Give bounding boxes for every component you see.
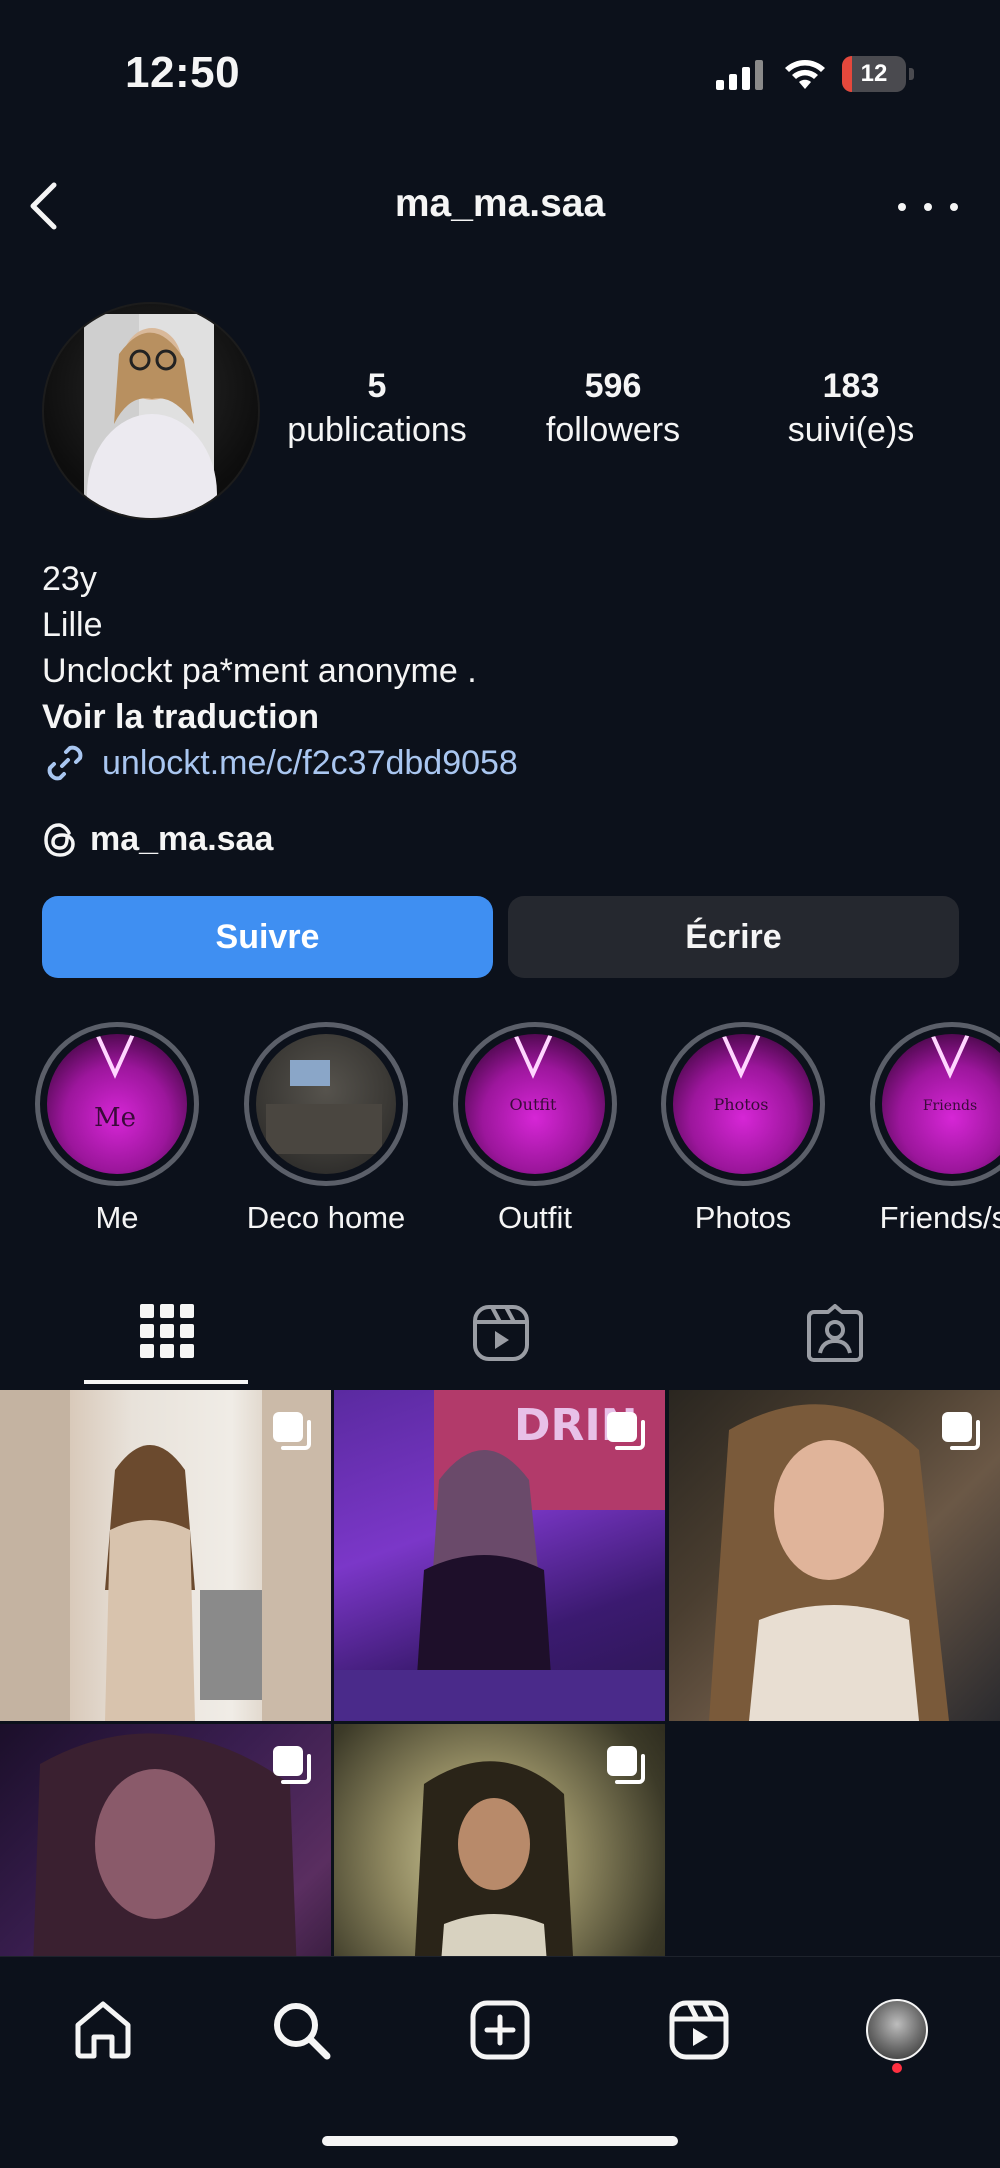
- bio-link[interactable]: unlockt.me/c/f2c37dbd9058: [42, 740, 518, 786]
- stat-followers[interactable]: 596 followers: [513, 364, 713, 452]
- highlight-item[interactable]: Photos Photos: [653, 1022, 833, 1236]
- search-icon: [274, 2003, 331, 2060]
- stat-label: publications: [287, 411, 467, 449]
- threads-icon: [44, 822, 75, 857]
- stat-following[interactable]: 183 suivi(e)s: [751, 364, 951, 452]
- profile-stats: 5 publications 596 followers 183 suivi(e…: [270, 364, 980, 452]
- link-icon: [47, 745, 83, 781]
- battery-level: 12: [860, 60, 888, 87]
- tab-tagged[interactable]: [752, 1296, 917, 1386]
- stat-value: 596: [584, 367, 642, 405]
- carousel-icon: [607, 1412, 645, 1450]
- wifi-icon: [785, 60, 825, 89]
- stat-publications[interactable]: 5 publications: [277, 364, 477, 452]
- highlight-label: Friends/so: [879, 1200, 1000, 1235]
- tab-reels[interactable]: [418, 1296, 583, 1386]
- profile-avatar-icon: [866, 1999, 928, 2061]
- highlight-item[interactable]: Deco home: [236, 1022, 416, 1236]
- grid-icon: [139, 1304, 194, 1358]
- post-thumbnail[interactable]: DRIN: [334, 1390, 665, 1721]
- nav-search[interactable]: [266, 1995, 336, 2065]
- highlight-cover: Me: [47, 1034, 187, 1174]
- posts-grid: DRIN: [0, 1388, 1000, 1956]
- profile-avatar[interactable]: [42, 302, 260, 520]
- carousel-icon: [942, 1412, 980, 1450]
- highlight-item[interactable]: Me Me: [27, 1022, 207, 1236]
- bio-line: Unclockt pa*ment anonyme .: [42, 652, 477, 690]
- post-thumbnail[interactable]: [0, 1390, 331, 1721]
- bio-link-text: unlockt.me/c/f2c37dbd9058: [102, 743, 518, 782]
- create-icon: [470, 2000, 530, 2060]
- translate-link[interactable]: Voir la traduction: [42, 694, 477, 740]
- highlight-label: Outfit: [497, 1200, 573, 1235]
- stat-label: followers: [545, 411, 681, 449]
- follow-button[interactable]: Suivre: [42, 896, 493, 978]
- stat-value: 5: [367, 367, 387, 405]
- story-highlights: Me Me Deco home Outfit Outfit Photos Pho…: [0, 1022, 1000, 1242]
- highlight-item[interactable]: Friends Friends/so: [862, 1022, 1000, 1236]
- highlight-label: Me: [95, 1200, 139, 1235]
- tagged-icon: [806, 1304, 863, 1362]
- threads-username: ma_ma.saa: [90, 820, 274, 858]
- highlight-label: Deco home: [246, 1200, 406, 1235]
- threads-badge[interactable]: ma_ma.saa: [42, 820, 273, 859]
- profile-username: ma_ma.saa: [394, 182, 606, 225]
- highlight-cover-text: Me: [94, 1103, 136, 1133]
- post-thumbnail[interactable]: [669, 1390, 1000, 1721]
- highlight-cover: Photos: [673, 1034, 813, 1174]
- post-thumbnail[interactable]: [334, 1724, 665, 1956]
- battery-icon: 12: [842, 56, 906, 92]
- carousel-icon: [273, 1412, 311, 1450]
- signal-icon: [716, 60, 763, 90]
- highlight-cover: Outfit: [465, 1034, 605, 1174]
- profile-screen: 12:50 12 ma_ma.saa 5 publications 596 fo…: [0, 0, 1000, 2168]
- avatar-photo: [84, 314, 217, 518]
- nav-profile[interactable]: [862, 1995, 932, 2065]
- highlight-cover-text: Outfit: [510, 1095, 558, 1114]
- tab-posts-grid[interactable]: [84, 1296, 249, 1386]
- reels-icon: [669, 2000, 729, 2060]
- profile-tabs: [0, 1296, 1000, 1386]
- message-button[interactable]: Écrire: [508, 896, 959, 978]
- highlight-cover: Friends: [882, 1034, 1000, 1174]
- bio-line: 23y: [42, 560, 97, 598]
- notification-dot: [892, 2063, 902, 2073]
- carousel-icon: [273, 1746, 311, 1784]
- highlight-cover: [256, 1034, 396, 1174]
- highlight-cover-text: Friends: [923, 1098, 977, 1114]
- home-icon: [75, 2001, 131, 2059]
- bio-line: Lille: [42, 606, 103, 644]
- active-tab-indicator: [84, 1380, 248, 1384]
- nav-reels[interactable]: [664, 1995, 734, 2065]
- post-thumbnail[interactable]: [0, 1724, 331, 1956]
- status-time: 12:50: [125, 48, 241, 97]
- highlight-label: Photos: [694, 1200, 792, 1235]
- nav-home[interactable]: [68, 1995, 138, 2065]
- home-indicator[interactable]: [322, 2136, 678, 2146]
- stat-label: suivi(e)s: [787, 411, 915, 449]
- highlight-cover-text: Photos: [714, 1095, 769, 1114]
- nav-create[interactable]: [465, 1995, 535, 2065]
- stat-value: 183: [822, 367, 880, 405]
- reels-icon: [472, 1305, 529, 1361]
- profile-bio: 23y Lille Unclockt pa*ment anonyme . Voi…: [42, 556, 477, 740]
- carousel-icon: [607, 1746, 645, 1784]
- status-icons: 12: [716, 56, 914, 92]
- highlight-item[interactable]: Outfit Outfit: [445, 1022, 625, 1236]
- more-dots-icon: [898, 203, 906, 211]
- more-options-button[interactable]: [898, 192, 958, 222]
